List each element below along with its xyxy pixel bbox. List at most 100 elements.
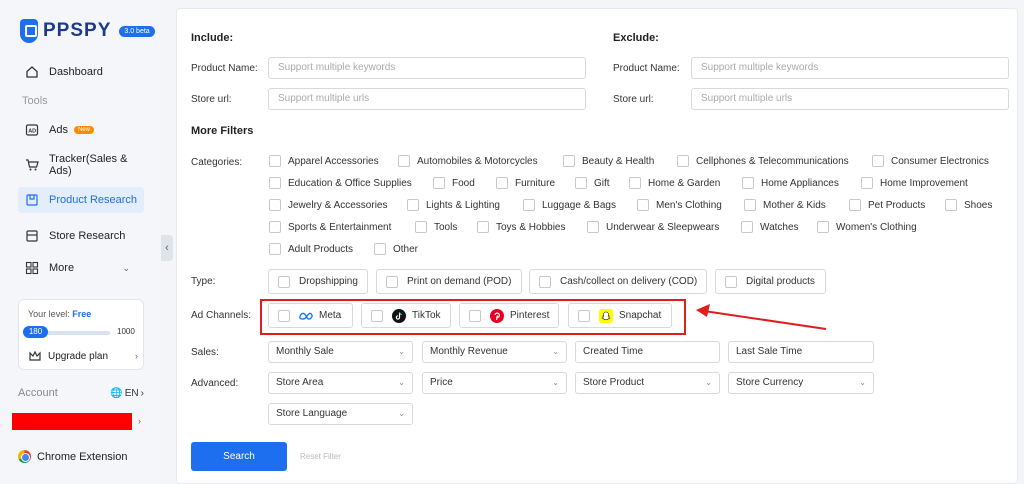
- checkbox-box[interactable]: [269, 155, 281, 167]
- checkbox-box[interactable]: [575, 177, 587, 189]
- category-checkbox[interactable]: Furniture: [496, 177, 555, 189]
- price-select[interactable]: Price ⌄: [422, 372, 567, 394]
- checkbox-box[interactable]: [374, 243, 386, 255]
- ppspy-logo-icon: [20, 19, 38, 43]
- checkbox-box[interactable]: [278, 309, 290, 322]
- category-checkbox[interactable]: Consumer Electronics: [872, 155, 989, 167]
- sidebar-item-more[interactable]: More ⌄: [18, 255, 144, 281]
- category-checkbox[interactable]: Automobiles & Motorcycles: [398, 155, 538, 167]
- category-checkbox[interactable]: Jewelry & Accessories: [269, 199, 387, 211]
- ad-channel-pinterest[interactable]: Pinterest: [459, 303, 559, 328]
- checkbox-box[interactable]: [587, 221, 599, 233]
- sidebar-item-dashboard[interactable]: Dashboard: [18, 59, 144, 85]
- ad-channel-tiktok[interactable]: TikTok: [361, 303, 451, 328]
- last-sale-time-picker[interactable]: Last Sale Time: [728, 341, 874, 363]
- checkbox-box[interactable]: [861, 177, 873, 189]
- category-checkbox[interactable]: Watches: [741, 221, 799, 233]
- chrome-extension-link[interactable]: Chrome Extension: [18, 450, 128, 463]
- ad-channel-snapchat[interactable]: Snapchat: [568, 303, 672, 328]
- category-checkbox[interactable]: Adult Products: [269, 243, 353, 255]
- beta-badge: 3.0 beta: [119, 25, 155, 37]
- checkbox-box[interactable]: [637, 199, 649, 211]
- checkbox-box[interactable]: [269, 243, 281, 255]
- created-time-picker[interactable]: Created Time: [575, 341, 720, 363]
- checkbox-box[interactable]: [945, 199, 957, 211]
- sidebar-collapse-button[interactable]: ‹: [161, 235, 173, 261]
- category-checkbox[interactable]: Underwear & Sleepwears: [587, 221, 719, 233]
- account-row[interactable]: Account 🌐 EN ›: [18, 387, 144, 399]
- category-checkbox[interactable]: Education & Office Supplies: [269, 177, 412, 189]
- type-option-dropshipping[interactable]: Dropshipping: [268, 269, 368, 294]
- category-checkbox[interactable]: Toys & Hobbies: [477, 221, 565, 233]
- category-checkbox[interactable]: Pet Products: [849, 199, 925, 211]
- category-checkbox[interactable]: Men's Clothing: [637, 199, 722, 211]
- checkbox-box[interactable]: [496, 177, 508, 189]
- store-product-select[interactable]: Store Product ⌄: [575, 372, 720, 394]
- category-checkbox[interactable]: Cellphones & Telecommunications: [677, 155, 849, 167]
- checkbox-box[interactable]: [477, 221, 489, 233]
- category-checkbox[interactable]: Mother & Kids: [744, 199, 826, 211]
- checkbox-box[interactable]: [433, 177, 445, 189]
- checkbox-box[interactable]: [469, 309, 481, 322]
- monthly-sale-select[interactable]: Monthly Sale ⌄: [268, 341, 413, 363]
- checkbox-box[interactable]: [269, 221, 281, 233]
- category-checkbox[interactable]: Other: [374, 243, 418, 255]
- category-checkbox[interactable]: Luggage & Bags: [523, 199, 616, 211]
- checkbox-box[interactable]: [817, 221, 829, 233]
- checkbox-box[interactable]: [872, 155, 884, 167]
- store-area-select[interactable]: Store Area ⌄: [268, 372, 413, 394]
- checkbox-box[interactable]: [269, 199, 281, 211]
- checkbox-box[interactable]: [563, 155, 575, 167]
- category-checkbox[interactable]: Lights & Lighting: [407, 199, 500, 211]
- exclude-product-name-input[interactable]: Support multiple keywords: [691, 57, 1009, 79]
- checkbox-box[interactable]: [742, 177, 754, 189]
- monthly-revenue-select[interactable]: Monthly Revenue ⌄: [422, 341, 567, 363]
- checkbox-box[interactable]: [386, 275, 398, 288]
- checkbox-box[interactable]: [744, 199, 756, 211]
- checkbox-box[interactable]: [269, 177, 281, 189]
- checkbox-box[interactable]: [849, 199, 861, 211]
- reset-filter-button[interactable]: Reset Filter: [300, 452, 341, 461]
- sidebar-item-tracker[interactable]: Tracker(Sales & Ads): [18, 152, 144, 178]
- checkbox-box[interactable]: [407, 199, 419, 211]
- sidebar-item-product-research[interactable]: Product Research: [18, 187, 144, 213]
- type-option-pod[interactable]: Print on demand (POD): [376, 269, 522, 294]
- checkbox-box[interactable]: [539, 275, 551, 288]
- checkbox-box[interactable]: [578, 309, 590, 322]
- sidebar-item-ads[interactable]: AD Ads New: [18, 117, 144, 143]
- upgrade-plan-button[interactable]: Upgrade plan ›: [28, 349, 138, 363]
- category-checkbox[interactable]: Beauty & Health: [563, 155, 654, 167]
- logo[interactable]: PPSPY 3.0 beta: [20, 19, 155, 43]
- type-option-cod[interactable]: Cash/collect on delivery (COD): [529, 269, 707, 294]
- checkbox-box[interactable]: [278, 275, 290, 288]
- exclude-store-url-input[interactable]: Support multiple urls: [691, 88, 1009, 110]
- checkbox-box[interactable]: [741, 221, 753, 233]
- language-selector[interactable]: 🌐 EN ›: [110, 388, 144, 399]
- category-checkbox[interactable]: Food: [433, 177, 475, 189]
- category-checkbox[interactable]: Home & Garden: [629, 177, 720, 189]
- include-store-url-input[interactable]: Support multiple urls: [268, 88, 586, 110]
- store-currency-select[interactable]: Store Currency ⌄: [728, 372, 874, 394]
- checkbox-box[interactable]: [371, 309, 383, 322]
- category-checkbox[interactable]: Women's Clothing: [817, 221, 917, 233]
- store-language-select[interactable]: Store Language ⌄: [268, 403, 413, 425]
- ad-channel-meta[interactable]: Meta: [268, 303, 353, 328]
- category-checkbox[interactable]: Gift: [575, 177, 610, 189]
- checkbox-box[interactable]: [415, 221, 427, 233]
- category-checkbox[interactable]: Tools: [415, 221, 457, 233]
- checkbox-box[interactable]: [725, 275, 737, 288]
- category-checkbox[interactable]: Home Appliances: [742, 177, 839, 189]
- chevron-right-icon[interactable]: ›: [138, 416, 141, 426]
- checkbox-box[interactable]: [398, 155, 410, 167]
- category-checkbox[interactable]: Sports & Entertainment: [269, 221, 391, 233]
- category-checkbox[interactable]: Apparel Accessories: [269, 155, 379, 167]
- type-option-digital[interactable]: Digital products: [715, 269, 826, 294]
- category-checkbox[interactable]: Home Improvement: [861, 177, 968, 189]
- sidebar-item-store-research[interactable]: Store Research: [18, 223, 144, 249]
- include-product-name-input[interactable]: Support multiple keywords: [268, 57, 586, 79]
- category-checkbox[interactable]: Shoes: [945, 199, 992, 211]
- checkbox-box[interactable]: [523, 199, 535, 211]
- checkbox-box[interactable]: [677, 155, 689, 167]
- checkbox-box[interactable]: [629, 177, 641, 189]
- search-button[interactable]: Search: [191, 442, 287, 471]
